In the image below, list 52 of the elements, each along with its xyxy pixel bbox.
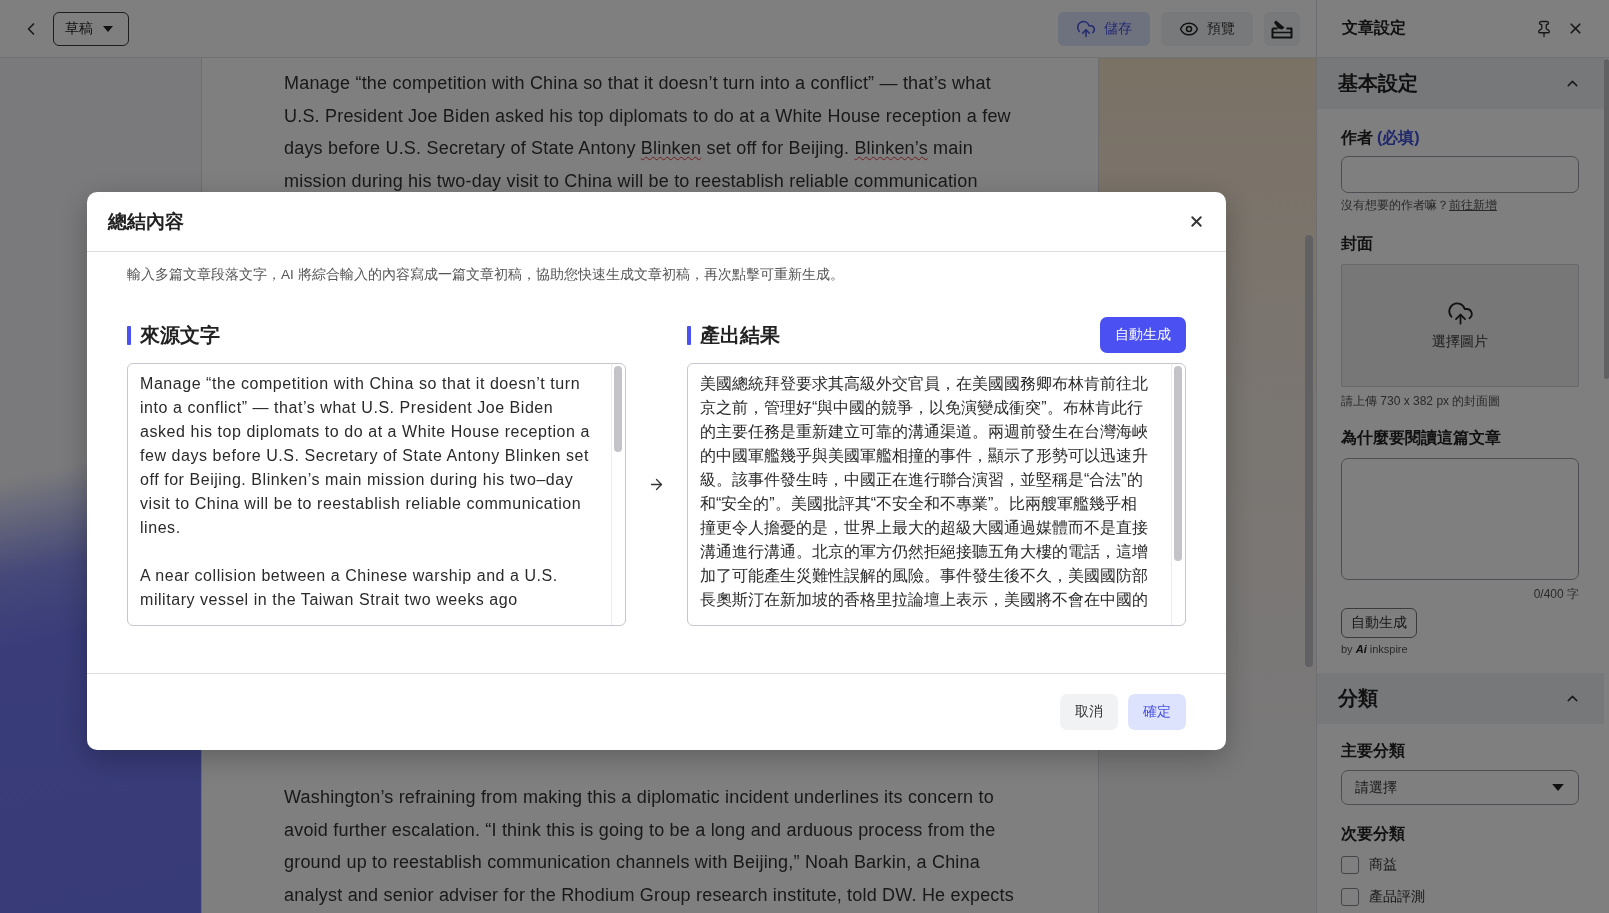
scrollbar-thumb[interactable] — [1604, 59, 1609, 379]
pin-icon[interactable] — [1535, 19, 1553, 38]
reason-textarea[interactable] — [1341, 458, 1579, 580]
section-title: 分類 — [1338, 686, 1378, 711]
result-text-field[interactable]: 美國總統拜登要求其高級外交官員，在美國國務卿布林肯前往北京之前，管理好“與中國的競爭，以免演變成衝突”。布林肯此行的主要任務是重新建立可靠的溝通渠道。兩週前發生在台灣海峽的中國軍艦幾乎與美國軍艦相撞的事件，顯示了形勢可以迅速升級。該事件發生時，中國正在進行聯合演習，並堅稱是“合法”的和“安全的”。美國批評其“不安全和不專業”。比兩艘軍艦幾乎相撞更令人擔憂的是，世界上最大的超級大國通過媒體而不是直接溝通進行溝通。北京的軍方仍然拒絕接聽五角大樓的電話，這增加了可能產生災難性誤解的風險。事件發生後不久，美國國防部長奧斯汀在新加坡的香格里拉論壇上表示，美國將不會在中國的 — [687, 363, 1186, 626]
cover-size-hint: 請上傳 730 x 382 px 的封面圖 — [1341, 393, 1502, 409]
add-author-link[interactable]: 前往新增 — [1449, 198, 1497, 212]
article-paragraph: Manage “the competition with China so that it doesn’t turn into a conflict” — that’s what U.S. President Joe Biden asked his top diplomats to do at a White House reception a few days before U.S. Secretary of State Antony Blinken set off for Beijing. Blinken’s main mission during his two-day visit to China will be to reestablish reliable communication — [284, 72, 1012, 193]
checkbox[interactable] — [1341, 856, 1359, 874]
dialog-button[interactable]: 確定 — [1128, 694, 1186, 730]
field-label: 封面 — [1341, 234, 1374, 254]
field-label: 主要分類 — [1341, 741, 1406, 761]
character-counter: 0/400 字 — [1533, 586, 1579, 602]
accent-bar-icon — [127, 325, 131, 345]
scrollbar-thumb[interactable] — [1305, 235, 1313, 667]
field-label: 次要分類 — [1341, 824, 1406, 844]
scrollbar-thumb[interactable] — [614, 366, 622, 452]
caret-icon — [1552, 784, 1564, 791]
dialog-description: 輸入多篇文章段落文字，AI 將綜合輸入的內容寫成一篇文章初稿，協助您快速生成文章初稿，再次點擊可重新生成。 — [127, 266, 845, 284]
status-dropdown[interactable]: 草稿 — [53, 11, 129, 46]
cover-upload-area[interactable]: 選擇圖片 — [1341, 264, 1579, 387]
helper-text: 沒有想要的作者嘛？前往新增 — [1341, 197, 1498, 213]
author-input-field[interactable] — [1341, 156, 1579, 193]
preview-button[interactable]: 預覽 — [1161, 11, 1253, 46]
field-label: 為什麼要閱讀這篇文章 — [1341, 428, 1502, 448]
field-label: 作者 — [1341, 128, 1373, 148]
panel-title: 文章設定 — [1342, 18, 1406, 38]
cloud-upload-icon — [1076, 18, 1096, 39]
category-select[interactable]: 請選擇 — [1341, 770, 1579, 805]
accent-bar-icon — [687, 325, 691, 345]
dialog-title: 總結內容 — [108, 209, 184, 234]
tray-button[interactable] — [1264, 11, 1300, 46]
generate-button[interactable]: 自動生成 — [1341, 608, 1417, 638]
required-note: (必填) — [1377, 128, 1420, 148]
checkbox-label[interactable]: 產品評測 — [1369, 888, 1425, 906]
section-title: 基本設定 — [1338, 71, 1418, 96]
checkbox-label[interactable]: 商益 — [1369, 856, 1397, 874]
cloud-upload-icon — [1446, 300, 1474, 327]
tray-pen-icon — [1271, 18, 1293, 39]
generate-button[interactable]: 自動生成 — [1100, 317, 1186, 353]
close-icon[interactable] — [1188, 213, 1205, 230]
section-title: 來源文字 — [140, 323, 220, 348]
caret-icon — [103, 25, 113, 32]
arrow-right-icon — [648, 476, 665, 493]
credit-text: by Ai inkspire — [1341, 642, 1408, 656]
dialog-button[interactable]: 取消 — [1060, 694, 1118, 730]
source-text-field[interactable]: Manage “the competition with China so that it doesn’t turn into a conflict” — that’s what U.S. President Joe Biden asked his top diplomats to do at a White House reception a few days before U.S. Secretary of State Antony Blinken set off for Beijing. Blinken’s main mission during his two–day visit to China will be to reestablish reliable communication lines. A near collision between a Chinese warship and a U.S. military vessel in the Taiwan Strait two weeks ago — [127, 363, 626, 626]
scrollbar-thumb[interactable] — [1174, 366, 1182, 561]
checkbox[interactable] — [1341, 888, 1359, 906]
article-paragraph: Washington’s refraining from making this a diplomatic incident underlines its concern to avoid further escalation. “I think this is going to be a long and arduous process from the ground up to reestablish communication channels with Beijing,” Noah Barkin, a China analyst and senior adviser for the Rhodium Group research institute, told DW. He expects — [284, 786, 1015, 907]
save-button[interactable]: 儲存 — [1058, 11, 1150, 46]
section-title: 產出結果 — [700, 323, 780, 348]
